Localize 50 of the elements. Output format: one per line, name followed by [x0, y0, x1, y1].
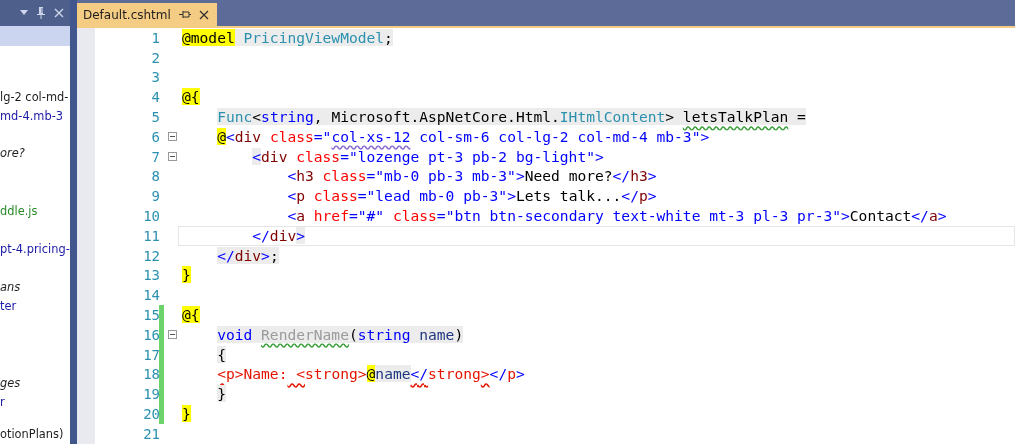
line-number: 19	[142, 387, 160, 402]
line-number: 2	[150, 50, 160, 65]
line-number: 14	[142, 288, 160, 303]
tree-item[interactable]: md-4.mb-3	[0, 107, 63, 126]
line-number: 8	[150, 169, 160, 184]
line-number: 9	[150, 189, 160, 204]
collapse-icon[interactable]	[168, 132, 177, 142]
panel-toolbar	[0, 25, 70, 46]
code-editor[interactable]	[77, 26, 1015, 444]
dropdown-icon[interactable]	[20, 10, 28, 16]
line-number: 7	[150, 149, 160, 164]
line-number: 10	[142, 209, 160, 224]
tree-item[interactable]: ans	[0, 278, 21, 297]
line-number: 12	[142, 248, 160, 263]
tree-item[interactable]: ore?	[0, 144, 25, 163]
tree-item[interactable]: ges	[0, 374, 21, 393]
line-number: 5	[150, 110, 160, 125]
line-number: 17	[142, 347, 160, 362]
line-number: 11	[142, 228, 160, 243]
pin-icon[interactable]	[178, 9, 191, 20]
line-number: 15	[142, 308, 160, 323]
tree-item[interactable]: ter	[0, 297, 17, 316]
line-number: 6	[150, 129, 160, 144]
line-number: 20	[142, 407, 160, 422]
line-number: 21	[142, 426, 160, 441]
tree-item[interactable]: pt-4.pricing-	[0, 240, 70, 259]
tree-item[interactable]: otionPlans)	[0, 425, 64, 444]
line-number: 3	[150, 70, 160, 85]
file-tab[interactable]: Default.cshtml	[77, 3, 217, 26]
line-number: 1	[150, 30, 160, 45]
code-line: void RenderName(string name)	[216, 325, 464, 344]
code-line: <a href="#" class="btn btn-secondary text-white mt-3 pl-3 pr-3">Contact</a>	[286, 207, 947, 226]
collapse-icon[interactable]	[168, 330, 177, 340]
code-line: @model PricingViewModel;	[182, 28, 393, 47]
tree-item[interactable]: r	[0, 393, 5, 412]
close-icon[interactable]	[198, 9, 209, 20]
pin-icon[interactable]	[37, 6, 45, 19]
code-line: <div class="lozenge pt-3 pb-2 bg-light">	[251, 147, 604, 166]
code-line: <h3 class="mb-0 pb-3 mb-3">Need more?</h3>	[286, 167, 657, 186]
line-number: 13	[142, 268, 160, 283]
line-number: 16	[142, 327, 160, 342]
tree-item[interactable]: ddle.js	[0, 202, 38, 221]
tree-item[interactable]: lg-2 col-md-	[0, 88, 69, 107]
code-line: </div>	[251, 226, 305, 245]
code-line: </div>;	[216, 246, 279, 265]
line-number: 18	[142, 367, 160, 382]
line-number: 4	[150, 90, 160, 105]
code-line: Func<string, Microsoft.AspNetCore.Html.IHtmlContent> letsTalkPlan =	[216, 108, 806, 127]
collapse-icon[interactable]	[168, 152, 177, 162]
code-line: <p class="lead mb-0 pb-3">Lets talk...</p>	[286, 187, 657, 206]
